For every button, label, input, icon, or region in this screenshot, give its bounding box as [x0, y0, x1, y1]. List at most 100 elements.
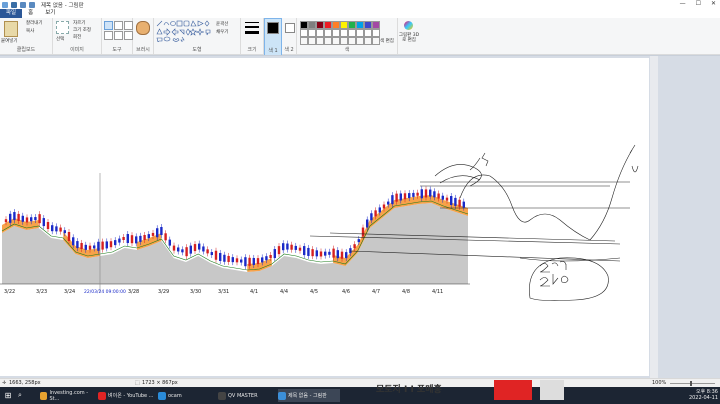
close-button[interactable]: ✕	[711, 0, 716, 7]
fill-button[interactable]: 채우기	[216, 29, 228, 35]
chart-candle	[282, 243, 285, 251]
paint3d-icon[interactable]	[404, 21, 413, 30]
palette-swatch[interactable]	[316, 37, 324, 45]
paste-button[interactable]: 붙여넣기	[1, 38, 18, 44]
text-icon[interactable]	[124, 21, 133, 30]
palette-swatch[interactable]	[372, 29, 380, 37]
drawing-canvas[interactable]: 3/22 3/23 3/24 22/03/24 09:00:00 3/28 3/29 3/3…	[0, 58, 649, 376]
palette-swatch[interactable]	[308, 21, 316, 29]
rotate-button[interactable]: 회전	[73, 34, 81, 40]
palette-swatch[interactable]	[332, 37, 340, 45]
crop-button[interactable]: 자르기	[73, 20, 85, 26]
taskbar: ⊞ ⌕ Investing.com - St... 벼이온 - YouTube …	[0, 387, 720, 404]
resize-button[interactable]: 크기 조정	[73, 27, 91, 33]
chart-candle	[277, 246, 281, 255]
palette-swatch[interactable]	[364, 29, 372, 37]
system-tray[interactable]: 오후 8:36 2022-04-11	[689, 389, 718, 401]
palette-swatch[interactable]	[324, 21, 332, 29]
maximize-button[interactable]: ☐	[696, 0, 701, 7]
browser-icon	[40, 391, 48, 400]
ribbon: 붙여넣기 잘라내기 복사 클립보드 선택 자르기 크기 조정 회전 이미지 도구…	[0, 18, 720, 56]
color-picker-icon[interactable]	[114, 31, 123, 40]
zoom-slider-thumb[interactable]	[690, 381, 692, 386]
palette-swatch[interactable]	[340, 29, 348, 37]
palette-swatch[interactable]	[300, 21, 308, 29]
save-icon[interactable]	[11, 1, 17, 8]
palette-swatch[interactable]	[300, 29, 308, 37]
color1-button[interactable]: 색 1	[264, 18, 282, 56]
size-line-1[interactable]	[245, 22, 259, 23]
palette-swatch[interactable]	[372, 21, 380, 29]
tools-group: 도구	[102, 18, 133, 54]
taskbar-item-ocam[interactable]: ocam	[158, 389, 208, 402]
taskbar-item-paint[interactable]: 제목 없음 - 그림판	[278, 389, 340, 402]
tab-view[interactable]: 보기	[39, 9, 61, 18]
magnifier-icon[interactable]	[124, 31, 133, 40]
chart-candle	[135, 236, 138, 244]
taskbar-item-qvmaster[interactable]: QV MASTER	[218, 389, 274, 402]
color2-label: 색 2	[284, 47, 294, 53]
palette-swatch[interactable]	[308, 29, 316, 37]
palette-swatch[interactable]	[348, 37, 356, 45]
palette-swatch[interactable]	[324, 37, 332, 45]
palette-swatch[interactable]	[364, 37, 372, 45]
chart-candle	[311, 249, 314, 257]
edit-colors-button[interactable]: 색 편집	[380, 38, 394, 44]
ocam-icon	[158, 391, 166, 400]
select-icon[interactable]	[56, 21, 69, 34]
palette-swatch[interactable]	[340, 37, 348, 45]
palette-swatch[interactable]	[332, 29, 340, 37]
eraser-icon[interactable]	[104, 31, 113, 40]
cut-button[interactable]: 잘라내기	[26, 20, 43, 26]
minimize-button[interactable]: —	[680, 0, 686, 7]
tab-home[interactable]: 홈	[22, 9, 39, 18]
taskbar-item-label: ocam	[168, 392, 182, 399]
brush-icon[interactable]	[136, 21, 150, 35]
chart-x-tick-label: 4/11	[432, 289, 443, 295]
chart-candle	[420, 189, 423, 199]
palette-swatch[interactable]	[308, 37, 316, 45]
palette-swatch[interactable]	[356, 21, 364, 29]
taskbar-item-youtube[interactable]: 벼이온 - YouTube ...	[98, 389, 154, 402]
pencil-icon[interactable]	[104, 21, 113, 30]
redo-icon[interactable]	[29, 1, 35, 8]
palette-swatch[interactable]	[300, 37, 308, 45]
palette-swatch[interactable]	[324, 29, 332, 37]
search-icon[interactable]: ⌕	[18, 389, 26, 402]
drawn-wave	[459, 149, 633, 241]
palette-swatch[interactable]	[332, 21, 340, 29]
palette-swatch[interactable]	[348, 29, 356, 37]
palette-swatch[interactable]	[316, 21, 324, 29]
outline-button[interactable]: 윤곽선	[216, 21, 228, 27]
palette-swatch[interactable]	[364, 21, 372, 29]
size-group: 크기	[241, 18, 264, 54]
chart-candle	[403, 193, 407, 200]
start-button[interactable]: ⊞	[2, 389, 14, 402]
vertical-scrollbar[interactable]	[650, 56, 658, 378]
palette-swatch[interactable]	[356, 37, 364, 45]
palette-swatch[interactable]	[372, 37, 380, 45]
chart-candle	[105, 241, 108, 249]
palette-swatch[interactable]	[316, 29, 324, 37]
taskbar-item-investing[interactable]: Investing.com - St...	[40, 389, 96, 402]
tab-file[interactable]: 파일	[0, 9, 23, 18]
palette-swatch[interactable]	[356, 29, 364, 37]
shapes-gallery[interactable]	[156, 20, 211, 42]
window-controls: — ☐ ✕	[680, 0, 716, 7]
size-line-2[interactable]	[245, 26, 259, 28]
paste-icon[interactable]	[4, 21, 18, 37]
fill-icon[interactable]	[114, 21, 123, 30]
chart-candle	[387, 201, 390, 205]
size-line-3[interactable]	[245, 31, 259, 34]
paint3d-button[interactable]: 그림판 3D로 편집	[398, 33, 420, 43]
undo-icon[interactable]	[20, 1, 26, 8]
zoom-slider[interactable]	[670, 383, 715, 384]
color2-button[interactable]: 색 2	[282, 18, 297, 54]
copy-button[interactable]: 복사	[26, 28, 34, 34]
chart-candle	[429, 189, 432, 197]
chart-candle	[164, 233, 167, 241]
palette-swatch[interactable]	[348, 21, 356, 29]
palette-swatch[interactable]	[340, 21, 348, 29]
select-button[interactable]: 선택	[56, 36, 64, 42]
drawn-scribble-2	[434, 164, 482, 187]
